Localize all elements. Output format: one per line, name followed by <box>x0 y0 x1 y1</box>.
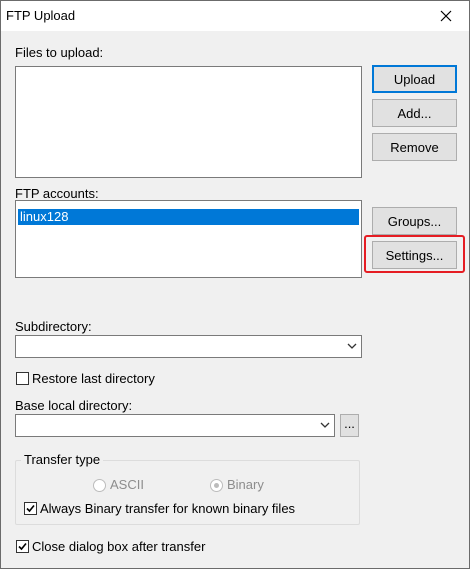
remove-button[interactable]: Remove <box>372 133 457 161</box>
ftp-upload-dialog: FTP Upload Files to upload: Upload Add..… <box>0 0 470 569</box>
upload-button[interactable]: Upload <box>372 65 457 93</box>
restore-last-directory-label: Restore last directory <box>32 371 155 386</box>
subdirectory-label: Subdirectory: <box>15 319 92 334</box>
browse-button[interactable]: ... <box>340 414 359 437</box>
ftp-account-item[interactable]: linux128 <box>18 209 359 225</box>
always-binary-checkbox[interactable] <box>24 502 37 515</box>
always-binary-label: Always Binary transfer for known binary … <box>40 501 296 516</box>
binary-radio[interactable] <box>210 479 223 492</box>
add-button[interactable]: Add... <box>372 99 457 127</box>
window-title: FTP Upload <box>6 8 76 23</box>
close-icon <box>440 10 452 22</box>
close-after-transfer-checkbox[interactable] <box>16 540 29 553</box>
chevron-down-icon <box>320 422 330 428</box>
files-to-upload-list[interactable] <box>15 66 362 178</box>
binary-label: Binary <box>227 477 264 492</box>
checkmark-icon <box>18 542 27 551</box>
transfer-type-legend: Transfer type <box>21 452 104 467</box>
checkmark-icon <box>26 504 35 513</box>
ftp-accounts-label: FTP accounts: <box>15 186 99 201</box>
subdirectory-combo[interactable] <box>15 335 362 358</box>
radio-dot <box>214 483 219 488</box>
title-bar: FTP Upload <box>1 1 469 31</box>
base-local-directory-label: Base local directory: <box>15 398 133 413</box>
groups-button[interactable]: Groups... <box>372 207 457 235</box>
chevron-down-icon <box>347 343 357 349</box>
ascii-radio[interactable] <box>93 479 106 492</box>
close-button[interactable] <box>423 1 469 31</box>
files-to-upload-label: Files to upload: <box>15 45 104 60</box>
settings-button[interactable]: Settings... <box>372 241 457 269</box>
ftp-accounts-list[interactable]: linux128 <box>15 200 362 278</box>
restore-last-directory-checkbox[interactable] <box>16 372 29 385</box>
ascii-label: ASCII <box>110 477 144 492</box>
base-local-directory-combo[interactable] <box>15 414 335 437</box>
close-after-transfer-label: Close dialog box after transfer <box>32 539 206 554</box>
